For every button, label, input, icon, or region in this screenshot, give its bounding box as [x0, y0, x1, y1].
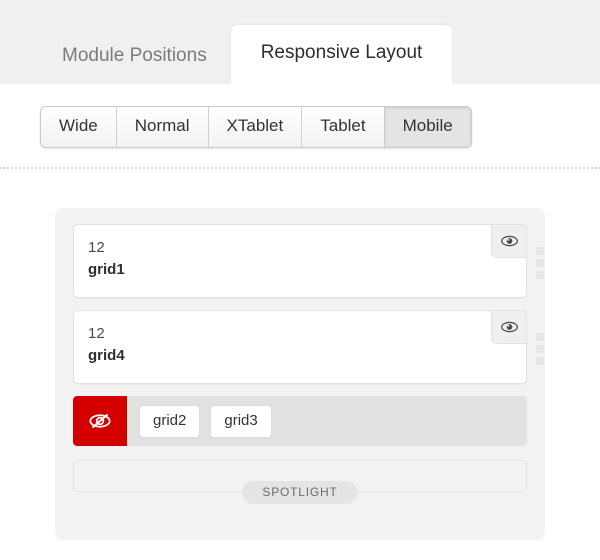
device-button-xtablet[interactable]: XTablet [208, 107, 303, 148]
section-divider [0, 167, 600, 169]
device-button-xtablet-label: XTablet [226, 116, 284, 135]
hidden-chip-label: grid3 [224, 411, 258, 429]
spotlight-label: SPOTLIGHT [242, 481, 358, 504]
grid-row-span: 12 [88, 239, 105, 256]
grid-row-span: 12 [88, 325, 105, 342]
grid-row[interactable]: 12 grid1 [73, 224, 544, 298]
device-selector: Wide Normal XTablet Tablet Mobile [40, 106, 472, 149]
hidden-chip-list: grid2 grid3 [127, 396, 272, 446]
device-button-wide[interactable]: Wide [41, 107, 117, 148]
device-button-mobile-label: Mobile [402, 116, 453, 135]
device-button-group: Wide Normal XTablet Tablet Mobile [40, 106, 472, 149]
hidden-chip-label: grid2 [153, 411, 187, 429]
tab-strip: Module Positions Responsive Layout [0, 0, 600, 84]
hidden-chip[interactable]: grid3 [210, 404, 272, 438]
drag-handle-icon[interactable] [536, 247, 544, 279]
eye-hidden-icon[interactable] [73, 396, 127, 446]
device-button-tablet-label: Tablet [320, 116, 366, 135]
hidden-modules-row: grid2 grid3 [73, 396, 527, 446]
tab-module-positions[interactable]: Module Positions [38, 31, 231, 84]
tab-responsive-layout[interactable]: Responsive Layout [230, 25, 453, 84]
device-button-mobile[interactable]: Mobile [384, 107, 471, 148]
drag-handle-dot [536, 271, 544, 279]
hidden-chip[interactable]: grid2 [139, 404, 201, 438]
eye-visible-icon[interactable] [491, 224, 527, 258]
drag-handle-icon[interactable] [536, 333, 544, 365]
spotlight-section: SPOTLIGHT [73, 460, 527, 504]
drag-handle-dot [536, 247, 544, 255]
grid-row-name: grid4 [88, 346, 125, 364]
drag-handle-dot [536, 357, 544, 365]
device-button-normal-label: Normal [134, 116, 190, 135]
tab-module-positions-label: Module Positions [62, 45, 207, 67]
tab-responsive-layout-label: Responsive Layout [260, 42, 423, 64]
grid-row-name: grid1 [88, 260, 125, 278]
drag-handle-dot [536, 259, 544, 267]
drag-handle-dot [536, 333, 544, 341]
device-button-normal[interactable]: Normal [116, 107, 209, 148]
eye-visible-icon[interactable] [491, 310, 527, 344]
tab-list: Module Positions Responsive Layout [38, 25, 453, 84]
responsive-layout-panel: 12 grid1 12 grid4 grid2 grid3 SPOTLIGHT [55, 208, 545, 540]
grid-row[interactable]: 12 grid4 [73, 310, 544, 384]
device-button-tablet[interactable]: Tablet [302, 107, 385, 148]
drag-handle-dot [536, 345, 544, 353]
device-button-wide-label: Wide [59, 116, 98, 135]
